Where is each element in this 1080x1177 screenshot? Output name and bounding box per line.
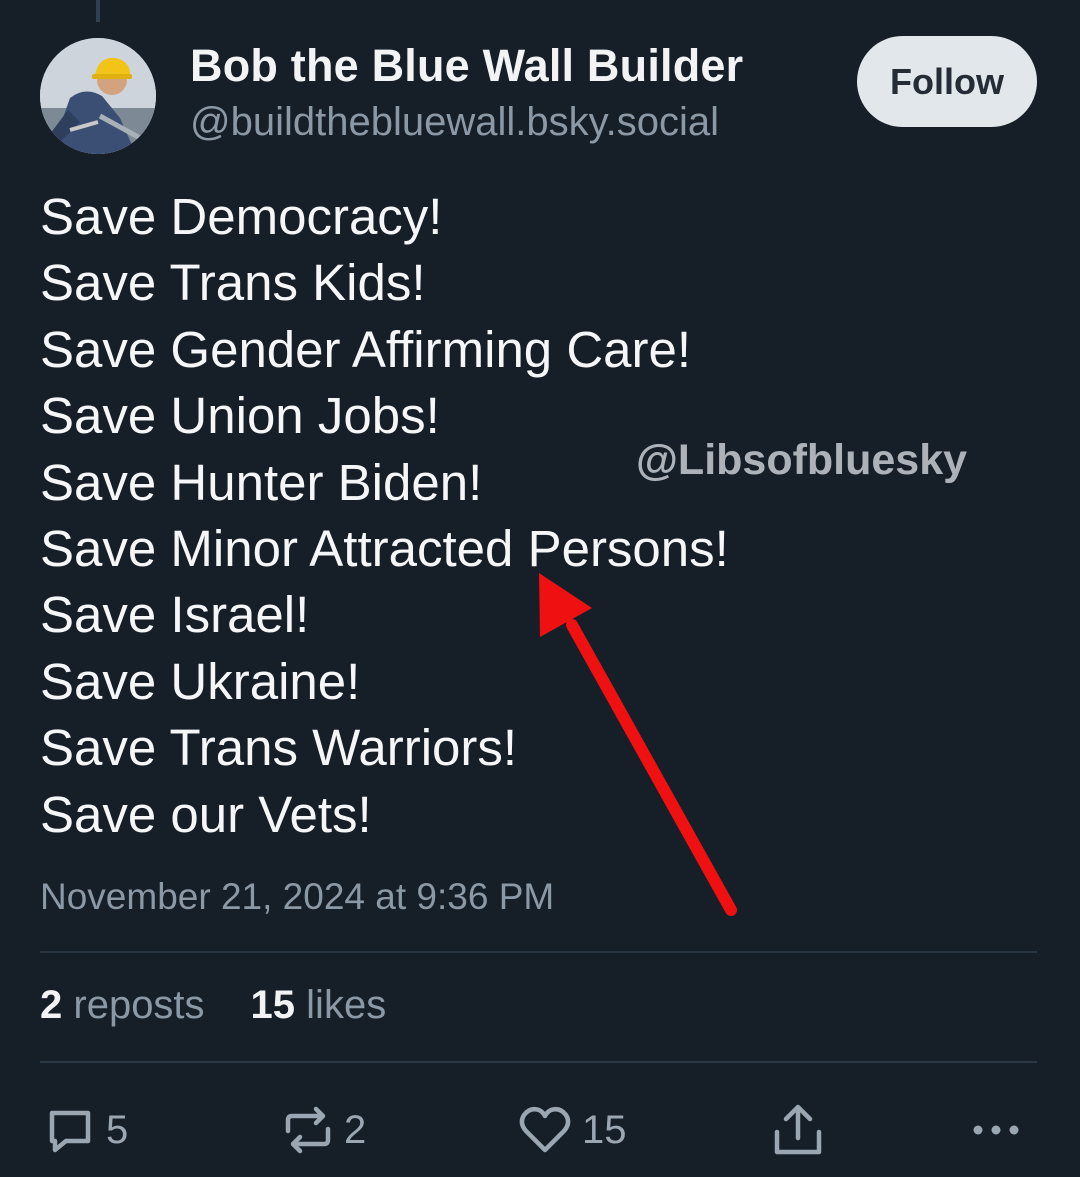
post-line: Save Ukraine! <box>40 652 361 710</box>
post-actions: 5 2 15 <box>0 1100 1080 1160</box>
post-line: Save Hunter Biden! <box>40 453 483 511</box>
post-line: Save Democracy! <box>40 188 443 245</box>
reply-icon <box>49 1110 91 1153</box>
engagement-stats: 2 reposts 15 likes <box>40 983 386 1028</box>
reposts-label: reposts <box>73 983 205 1027</box>
likes-count: 15 <box>250 983 296 1027</box>
more-icon <box>973 1125 1019 1135</box>
post-line: Save Minor Attracted Persons! <box>40 519 729 577</box>
divider <box>40 951 1037 953</box>
post-line: Save Trans Kids! <box>40 254 426 312</box>
likes-stat[interactable]: 15 likes <box>251 983 387 1028</box>
like-count: 15 <box>582 1107 627 1152</box>
thread-line <box>96 0 100 22</box>
avatar[interactable] <box>40 38 156 154</box>
post-line: Save Gender Affirming Care! <box>40 320 692 378</box>
post-line: Save our Vets! <box>40 785 372 843</box>
post-line: Save Israel! <box>40 586 310 644</box>
follow-button[interactable]: Follow <box>857 36 1037 127</box>
post-line: Save Union Jobs! <box>40 387 440 445</box>
reposts-count: 2 <box>40 983 63 1027</box>
reply-count: 5 <box>106 1107 129 1152</box>
likes-label: likes <box>306 983 387 1027</box>
divider <box>40 1061 1037 1063</box>
reposts-stat[interactable]: 2 reposts <box>40 983 205 1028</box>
post-text: Save Democracy! Save Trans Kids! Save Ge… <box>40 184 729 848</box>
share-icon <box>774 1104 822 1155</box>
author-display-name[interactable]: Bob the Blue Wall Builder <box>190 40 743 92</box>
repost-count: 2 <box>344 1107 367 1152</box>
like-icon <box>519 1106 571 1153</box>
reply-button[interactable]: 5 <box>44 1100 128 1160</box>
repost-icon <box>285 1106 331 1154</box>
author-handle[interactable]: @buildthebluewall.bsky.social <box>190 100 719 145</box>
like-button[interactable]: 15 <box>518 1100 627 1160</box>
post-line: Save Trans Warriors! <box>40 719 518 777</box>
post-timestamp[interactable]: November 21, 2024 at 9:36 PM <box>40 876 554 918</box>
more-options-button[interactable] <box>970 1100 1022 1160</box>
share-button[interactable] <box>772 1100 824 1160</box>
avatar-image <box>40 38 156 154</box>
watermark: @Libsofbluesky <box>636 436 968 484</box>
repost-button[interactable]: 2 <box>282 1100 366 1160</box>
